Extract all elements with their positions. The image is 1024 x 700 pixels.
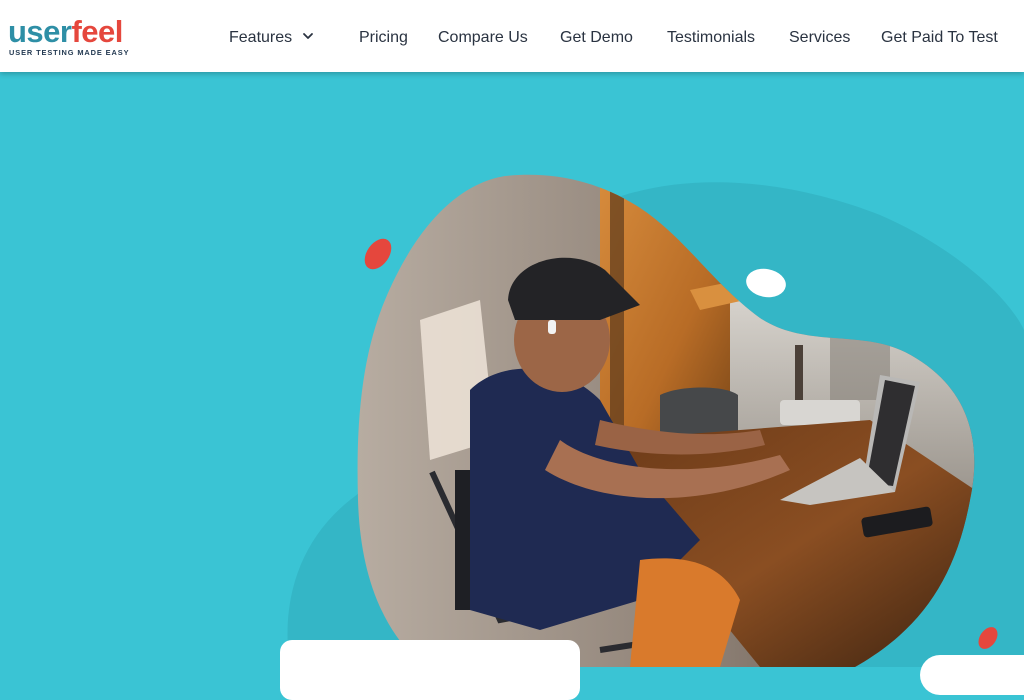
nav-item-testimonials[interactable]: Testimonials	[667, 27, 755, 49]
nav-item-services[interactable]: Services	[789, 27, 850, 49]
accent-dot-red	[359, 234, 397, 274]
feature-card-secondary	[920, 655, 1024, 695]
chevron-down-icon[interactable]	[301, 29, 315, 43]
nav-item-label: Features	[229, 29, 292, 46]
logo-tagline: USER TESTING MADE EASY	[9, 48, 129, 57]
nav-item-compare-us[interactable]: Compare Us	[438, 27, 528, 49]
nav-item-features[interactable]: Features	[229, 27, 292, 49]
hero-illustration	[0, 0, 1024, 667]
nav-item-get-paid-to-test[interactable]: Get Paid To Test	[881, 27, 998, 49]
main-nav: Features Pricing Compare Us Get Demo Tes…	[0, 27, 1024, 49]
feature-card	[280, 640, 580, 700]
site-header: userfeel USER TESTING MADE EASY Features…	[0, 0, 1024, 72]
nav-item-get-demo[interactable]: Get Demo	[560, 27, 633, 49]
nav-item-pricing[interactable]: Pricing	[359, 27, 408, 49]
